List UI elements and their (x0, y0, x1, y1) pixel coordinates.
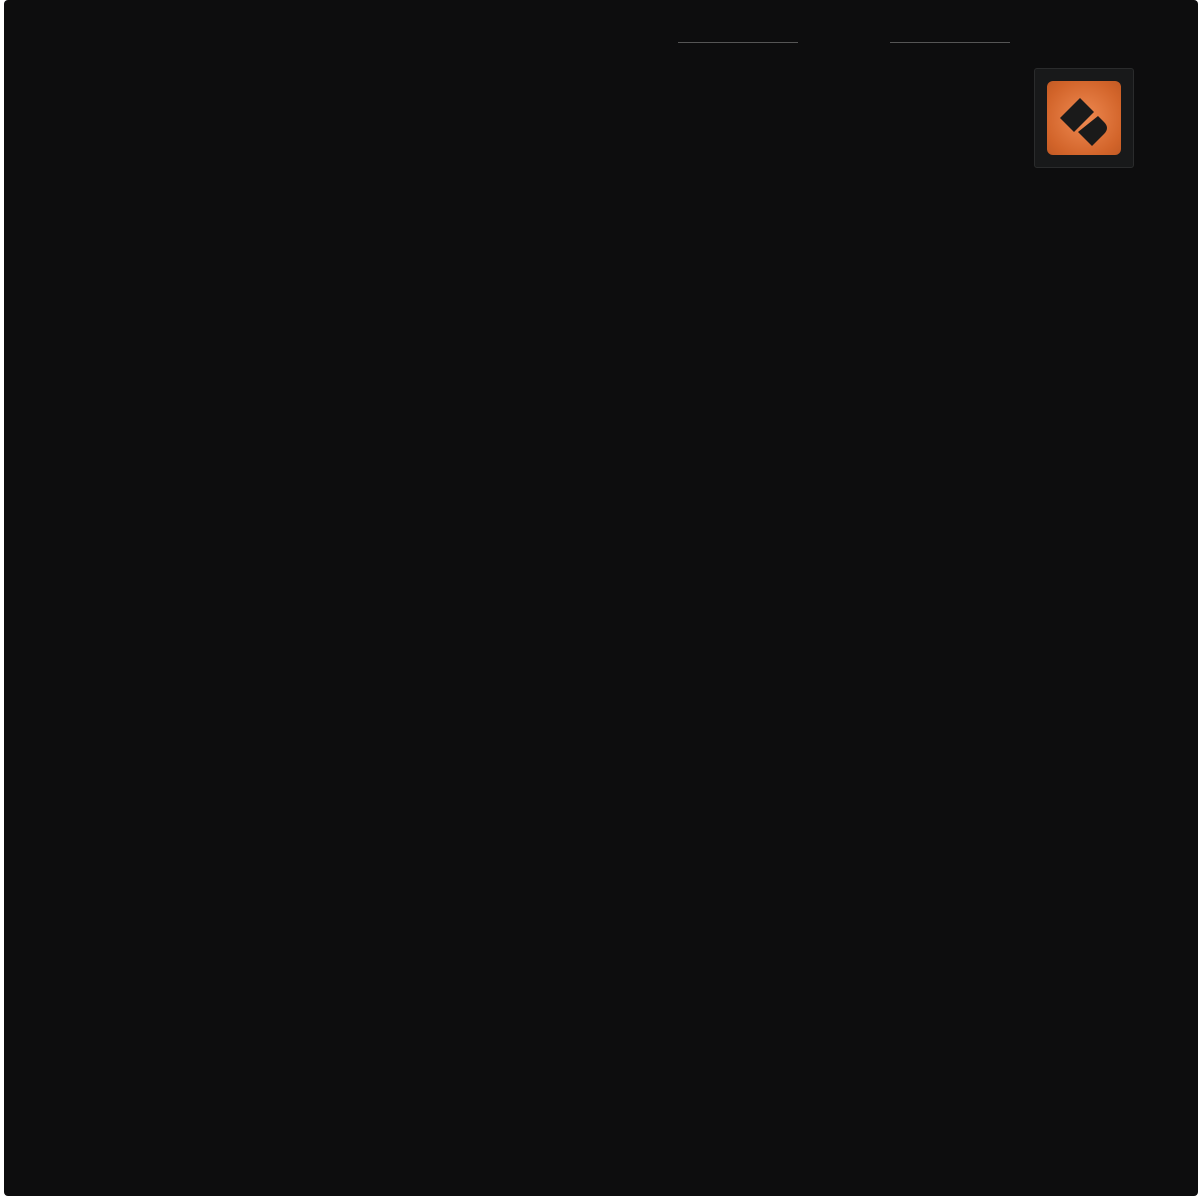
custom-group-line-left (678, 42, 798, 43)
custom-group-line-right (890, 42, 1010, 43)
launchpad-device (4, 0, 1198, 1196)
logo-button[interactable] (1034, 68, 1134, 168)
novation-logo-icon (1047, 81, 1121, 155)
